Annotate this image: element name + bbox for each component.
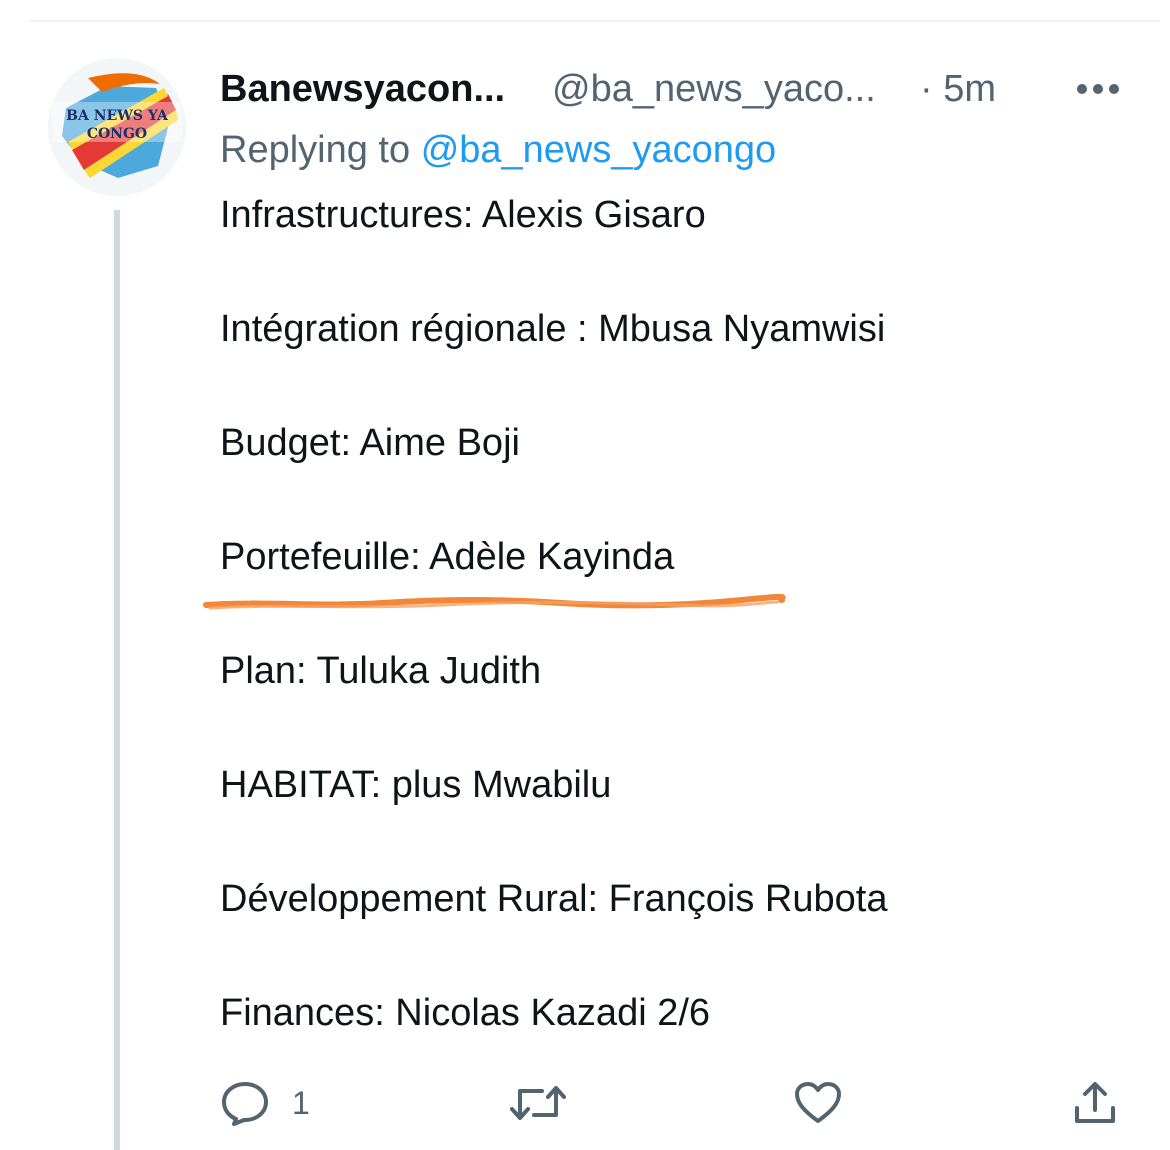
- avatar[interactable]: BA NEWS YA CONGO: [48, 58, 186, 196]
- replying-to: Replying to @ba_news_yacongo: [220, 125, 776, 175]
- reply-button[interactable]: 1: [220, 1078, 310, 1128]
- display-name[interactable]: Banewsyacon...: [220, 64, 505, 114]
- tweet-line-portefeuille: Portefeuille: Adèle Kayinda: [220, 536, 675, 578]
- more-button[interactable]: [1068, 66, 1128, 112]
- share-button[interactable]: [1072, 1078, 1118, 1128]
- retweet-icon: [510, 1086, 566, 1120]
- tweet-header: Banewsyacon... @ba_news_yaco... · 5m: [220, 64, 1120, 114]
- news-logo-avatar-icon: BA NEWS YA CONGO: [48, 58, 186, 196]
- retweet-button[interactable]: [510, 1078, 566, 1128]
- tweet-line-budget: Budget: Aime Boji: [220, 422, 520, 464]
- tweet-line-plan: Plan: Tuluka Judith: [220, 650, 542, 692]
- thread-line: [114, 210, 120, 1150]
- tweet-line-finances: Finances: Nicolas Kazadi 2/6: [220, 992, 711, 1034]
- tweet-timestamp[interactable]: · 5m: [920, 64, 996, 114]
- tweet-line-habitat: HABITAT: plus Mwabilu: [220, 764, 612, 806]
- tweet-line-infrastructures: Infrastructures: Alexis Gisaro: [220, 194, 706, 236]
- user-handle[interactable]: @ba_news_yaco...: [552, 64, 876, 114]
- tweet-screen: BA NEWS YA CONGO Banewsyacon... @ba_news…: [0, 0, 1170, 1150]
- reply-count: 1: [292, 1084, 310, 1121]
- like-button[interactable]: [794, 1078, 842, 1128]
- tweet-line-developpement: Développement Rural: François Rubota: [220, 878, 888, 920]
- share-upload-icon: [1075, 1082, 1115, 1123]
- tweet-actions: 1: [220, 1078, 1120, 1128]
- reply-bubble-icon: [222, 1082, 268, 1126]
- top-divider: [30, 20, 1160, 22]
- heart-icon: [795, 1082, 841, 1123]
- tweet-line-integration: Intégration régionale : Mbusa Nyamwisi: [220, 308, 886, 350]
- orange-underline-scribble: [203, 593, 786, 610]
- replying-to-label: Replying to: [220, 129, 411, 171]
- replying-to-handle[interactable]: @ba_news_yacongo: [421, 129, 777, 171]
- more-dots-icon: [1077, 84, 1119, 94]
- avatar-logo-line-1: BA NEWS YA: [66, 108, 169, 124]
- avatar-logo-line-2: CONGO: [87, 126, 147, 142]
